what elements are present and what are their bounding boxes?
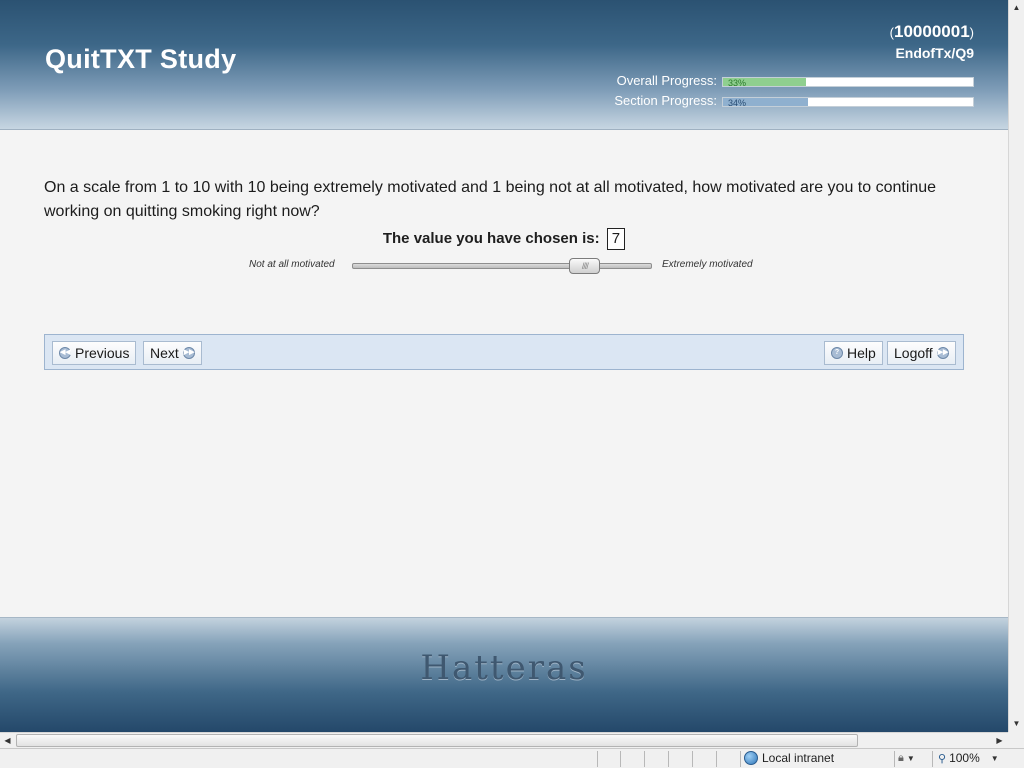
section-code: EndofTx/Q9 xyxy=(895,45,974,61)
status-divider xyxy=(692,751,693,767)
help-icon: ? xyxy=(831,347,843,359)
status-divider xyxy=(644,751,645,767)
chosen-value-label: The value you have chosen is: xyxy=(382,229,600,247)
status-divider xyxy=(932,751,933,767)
status-divider xyxy=(716,751,717,767)
participant-close-paren: ) xyxy=(969,25,974,40)
app-title: QuitTXT Study xyxy=(45,44,237,74)
rewind-icon: ◀◀ xyxy=(59,347,71,359)
magnifier-icon: ⚲ xyxy=(938,752,947,765)
navigation-bar: ◀◀ Previous Next ▶▶ ? Help Logoff ▶▶ xyxy=(44,334,964,370)
page-footer: Hatteras xyxy=(0,617,1008,732)
overall-progress-percent: 33% xyxy=(728,78,747,88)
status-divider xyxy=(740,751,741,767)
overall-progress-bar: 33% xyxy=(722,77,974,88)
help-button[interactable]: ? Help xyxy=(824,341,883,365)
section-progress-percent: 34% xyxy=(728,98,747,108)
motivation-slider-track[interactable] xyxy=(352,263,652,269)
fast-forward-icon: ▶▶ xyxy=(182,347,195,359)
hatteras-logo: Hatteras xyxy=(420,648,588,688)
logoff-button-label: Logoff xyxy=(894,345,933,361)
section-progress-label: Section Progress: xyxy=(614,93,717,108)
status-divider xyxy=(668,751,669,767)
participant-id: (10000001) xyxy=(890,22,974,42)
chevron-down-icon: ▼ xyxy=(990,753,999,763)
overall-progress-label: Overall Progress: xyxy=(616,73,717,88)
fast-forward-icon: ▶▶ xyxy=(936,347,949,359)
slider-min-label: Not at all motivated xyxy=(249,259,335,270)
status-divider xyxy=(894,751,895,767)
chosen-value-row: The value you have chosen is: 7 xyxy=(0,228,1008,250)
help-button-label: Help xyxy=(847,345,876,361)
security-zone[interactable]: Local intranet xyxy=(744,751,834,765)
logoff-button[interactable]: Logoff ▶▶ xyxy=(887,341,956,365)
scroll-left-arrow-icon[interactable]: ◀ xyxy=(0,733,15,749)
vertical-scrollbar[interactable]: ▲ ▼ xyxy=(1008,0,1024,732)
horizontal-scrollbar[interactable]: ◀ ▶ xyxy=(0,732,1008,749)
browser-status-bar: Local intranet 🔒︎ ▼ ⚲ 100% ▼ xyxy=(0,748,1024,768)
question-text: On a scale from 1 to 10 with 10 being ex… xyxy=(44,179,937,220)
protected-mode-icon[interactable]: 🔒︎ ▼ xyxy=(898,752,915,765)
security-zone-label: Local intranet xyxy=(762,751,835,765)
next-button-label: Next xyxy=(150,345,179,361)
horizontal-scroll-thumb[interactable] xyxy=(16,734,858,747)
chosen-value-box: 7 xyxy=(606,228,626,250)
previous-button-label: Previous xyxy=(75,345,130,361)
status-divider xyxy=(620,751,621,767)
scrollbar-corner xyxy=(1008,732,1024,748)
scroll-right-arrow-icon[interactable]: ▶ xyxy=(992,733,1007,749)
participant-id-value: 10000001 xyxy=(894,22,970,41)
next-button[interactable]: Next ▶▶ xyxy=(143,341,202,365)
zoom-control[interactable]: ⚲ 100% ▼ xyxy=(938,751,999,765)
previous-button[interactable]: ◀◀ Previous xyxy=(52,341,137,365)
zoom-level: 100% xyxy=(949,751,980,765)
page-header: QuitTXT Study (10000001) EndofTx/Q9 Over… xyxy=(0,0,1008,130)
section-progress-bar: 34% xyxy=(722,97,974,108)
scroll-down-arrow-icon[interactable]: ▼ xyxy=(1009,716,1024,732)
scroll-up-arrow-icon[interactable]: ▲ xyxy=(1009,0,1024,16)
slider-max-label: Extremely motivated xyxy=(662,259,753,270)
status-divider xyxy=(597,751,598,767)
motivation-slider-thumb[interactable]: //// xyxy=(569,258,601,274)
globe-icon xyxy=(744,751,758,765)
